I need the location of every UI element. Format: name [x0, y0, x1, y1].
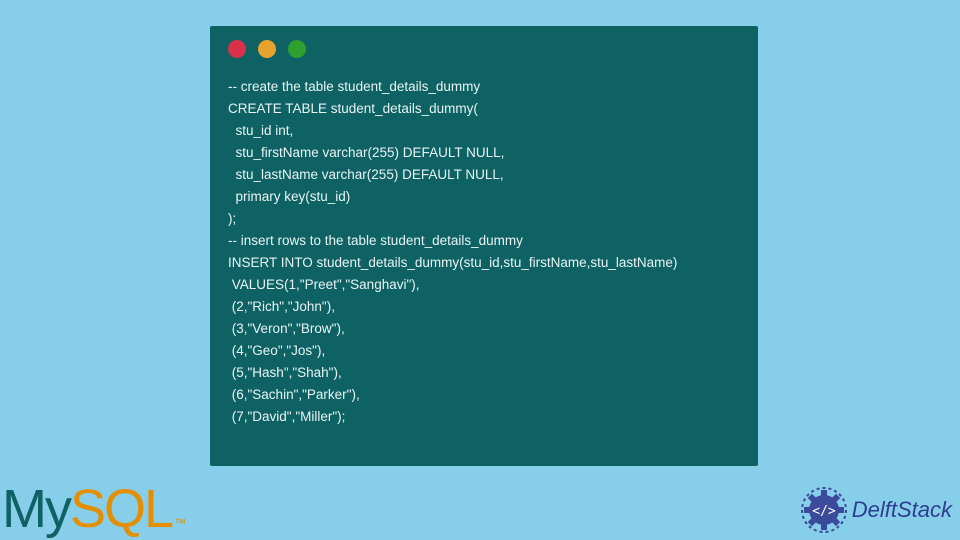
mysql-sql-text: SQL: [70, 478, 172, 540]
code-content: -- create the table student_details_dumm…: [228, 76, 740, 428]
minimize-icon: [258, 40, 276, 58]
window-controls: [228, 40, 740, 58]
mysql-my-text: My: [2, 478, 70, 540]
maximize-icon: [288, 40, 306, 58]
delftstack-text: DelftStack: [852, 497, 952, 523]
mysql-logo: My SQL ™: [2, 478, 186, 540]
svg-text:</>: </>: [812, 504, 836, 519]
close-icon: [228, 40, 246, 58]
mysql-tm-text: ™: [174, 516, 186, 530]
delftstack-badge: </> DelftStack: [800, 486, 952, 534]
delftstack-gear-icon: </>: [800, 486, 848, 534]
code-window: -- create the table student_details_dumm…: [210, 26, 758, 466]
